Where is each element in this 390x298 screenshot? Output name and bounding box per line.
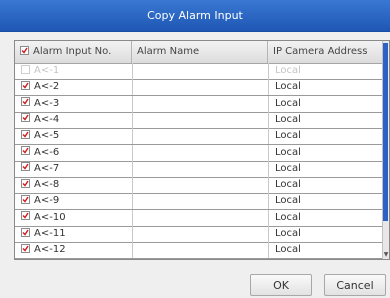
cell-ip-camera-address: Local	[268, 193, 383, 210]
header-alarm-input-no: Alarm Input No.	[15, 41, 132, 63]
cell-alarm-name	[132, 242, 268, 259]
checkmark-icon	[22, 180, 29, 187]
cell-alarm-name	[132, 128, 268, 145]
checkmark-icon	[22, 196, 29, 203]
cell-ip-camera-address: Local	[268, 128, 383, 145]
cell-ip-camera-address: Local	[268, 79, 383, 96]
checkmark-icon	[22, 147, 29, 154]
checkmark-icon	[22, 163, 29, 170]
cell-alarm-name	[132, 79, 268, 96]
table-row[interactable]: A<-6 Local	[15, 144, 389, 162]
cell-alarm-input-no: A<-9	[15, 193, 132, 209]
header-alarm-name: Alarm Name	[132, 41, 268, 63]
cell-alarm-name	[132, 193, 268, 210]
cell-alarm-input-no: A<-2	[15, 79, 132, 95]
cell-alarm-input-no: A<-11	[15, 226, 132, 242]
alarm-input-no: A<-5	[34, 130, 60, 142]
cell-alarm-name	[132, 160, 268, 177]
row-checkbox[interactable]	[21, 162, 30, 172]
cell-alarm-input-no: A<-10	[15, 210, 132, 226]
cell-alarm-input-no: A<-8	[15, 177, 132, 193]
table-row[interactable]: A<-4 Local	[15, 111, 389, 129]
row-checkbox[interactable]	[21, 113, 30, 123]
cell-ip-camera-address: Local	[268, 160, 383, 177]
cell-alarm-name	[132, 177, 268, 194]
row-checkbox[interactable]	[21, 227, 30, 237]
table-row[interactable]: A<-10 Local	[15, 209, 389, 227]
table-row[interactable]: A<-12 Local	[15, 242, 389, 259]
select-all-checkbox[interactable]	[20, 45, 29, 55]
ok-button[interactable]: OK	[250, 274, 312, 296]
cell-alarm-name	[132, 226, 268, 242]
row-checkbox[interactable]	[21, 211, 30, 221]
row-checkbox[interactable]	[21, 80, 30, 90]
row-checkbox	[21, 64, 30, 74]
cell-ip-camera-address: Local	[268, 226, 383, 242]
checkmark-icon	[21, 47, 28, 54]
cell-ip-camera-address: Local	[268, 111, 383, 128]
table-row[interactable]: A<-5 Local	[15, 128, 389, 146]
cell-alarm-name	[132, 209, 268, 226]
alarm-input-no: A<-10	[34, 211, 66, 223]
cell-alarm-name	[132, 95, 268, 112]
header-ip-camera-address: IP Camera Address	[273, 46, 368, 57]
checkmark-icon	[22, 98, 29, 105]
row-checkbox[interactable]	[21, 178, 30, 188]
row-checkbox[interactable]	[21, 194, 30, 204]
cell-ip-camera-address: Local	[268, 242, 383, 259]
table-header: Alarm Input No. Alarm Name IP Camera Add…	[15, 41, 389, 64]
checkmark-icon	[22, 115, 29, 121]
row-checkbox[interactable]	[21, 129, 30, 139]
checkmark-icon	[22, 82, 29, 89]
alarm-input-no: A<-8	[34, 179, 60, 191]
table-row[interactable]: A<-8 Local	[15, 177, 389, 195]
alarm-input-no: A<-3	[34, 97, 60, 109]
cell-alarm-input-no: A<-7	[15, 161, 132, 177]
table-row[interactable]: A<-1 Local	[15, 63, 389, 80]
cell-alarm-name	[132, 111, 268, 128]
dialog-title: Copy Alarm Input	[0, 0, 390, 32]
alarm-input-no: A<-9	[34, 195, 60, 207]
cell-alarm-input-no: A<-3	[15, 96, 132, 112]
alarm-input-table: Alarm Input No. Alarm Name IP Camera Add…	[14, 40, 390, 260]
cell-ip-camera-address: Local	[268, 63, 383, 79]
row-checkbox[interactable]	[21, 146, 30, 155]
alarm-input-no: A<-2	[34, 81, 60, 93]
table-row[interactable]: A<-7 Local	[15, 160, 389, 178]
cell-alarm-input-no: A<-12	[15, 242, 132, 258]
cell-ip-camera-address: Local	[268, 209, 383, 226]
cell-ip-camera-address: Local	[268, 95, 383, 112]
alarm-input-no: A<-1	[34, 65, 60, 76]
header-label-no: Alarm Input No.	[33, 46, 112, 57]
scrollbar-thumb[interactable]	[383, 43, 388, 221]
alarm-input-no: A<-12	[34, 244, 66, 256]
scroll-down-arrow-icon[interactable]: ▼	[383, 251, 389, 259]
row-checkbox[interactable]	[21, 97, 30, 107]
alarm-input-no: A<-11	[34, 228, 66, 239]
checkmark-icon	[22, 212, 29, 219]
cell-alarm-name	[132, 63, 268, 79]
cell-alarm-input-no: A<-1	[15, 63, 132, 79]
checkmark-icon	[22, 245, 29, 252]
cell-alarm-input-no: A<-5	[15, 128, 132, 144]
cell-ip-camera-address: Local	[268, 177, 383, 194]
table-row[interactable]: A<-2 Local	[15, 79, 389, 97]
table-row[interactable]: A<-3 Local	[15, 95, 389, 113]
alarm-input-no: A<-6	[34, 146, 60, 158]
cancel-button[interactable]: Cancel	[324, 274, 386, 296]
table-row[interactable]: A<-9 Local	[15, 193, 389, 211]
cell-alarm-input-no: A<-6	[15, 145, 132, 161]
alarm-input-no: A<-7	[34, 162, 60, 174]
table-row[interactable]: A<-11 Local	[15, 226, 389, 243]
copy-alarm-input-dialog: Copy Alarm Input Alarm Input No. Alarm N…	[0, 0, 390, 298]
alarm-input-no: A<-4	[34, 113, 60, 125]
cell-alarm-name	[132, 144, 268, 161]
checkmark-icon	[22, 131, 29, 138]
cell-alarm-input-no: A<-4	[15, 112, 132, 128]
vertical-scrollbar[interactable]: ▼	[382, 41, 389, 259]
row-checkbox[interactable]	[21, 243, 30, 253]
cell-ip-camera-address: Local	[268, 144, 383, 161]
checkmark-icon	[22, 229, 29, 236]
